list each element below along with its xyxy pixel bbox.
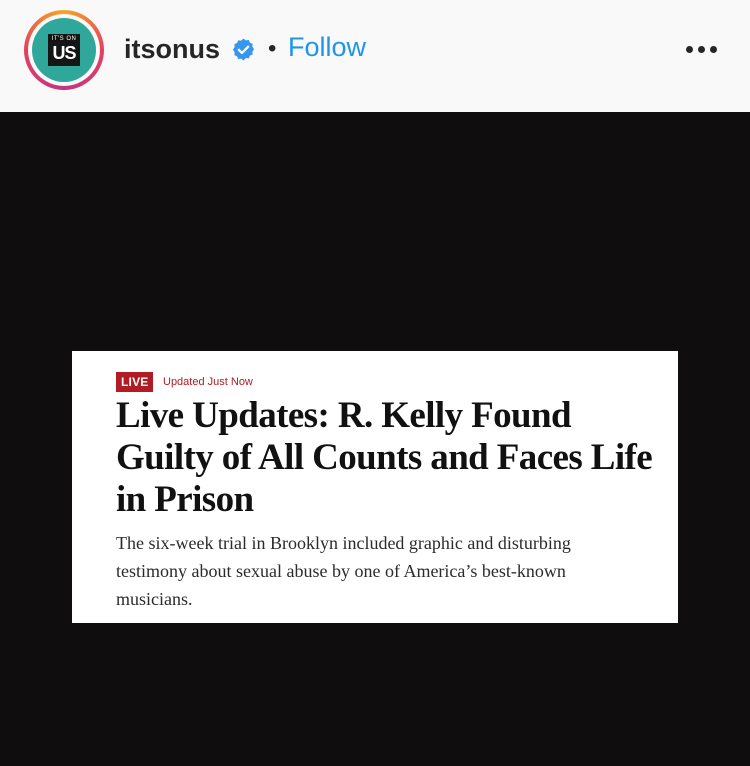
its-on-us-logo: IT'S ON US bbox=[48, 34, 80, 66]
article-card: LIVE Updated Just Now Live Updates: R. K… bbox=[72, 351, 678, 623]
more-dot bbox=[698, 46, 705, 53]
article-summary: The six-week trial in Brooklyn included … bbox=[116, 533, 571, 609]
more-dot bbox=[686, 46, 693, 53]
verified-badge-icon bbox=[232, 38, 255, 61]
logo-big-text: US bbox=[52, 43, 76, 63]
live-badge: LIVE bbox=[116, 372, 154, 392]
article-headline: Live Updates: R. Kelly Found Guilty of A… bbox=[116, 395, 653, 520]
avatar-image: IT'S ON US bbox=[32, 18, 96, 82]
username-link[interactable]: itsonus bbox=[124, 32, 220, 66]
updated-timestamp: Updated Just Now bbox=[163, 376, 253, 388]
separator-dot: • bbox=[268, 35, 277, 62]
avatar-ring-gap: IT'S ON US bbox=[28, 14, 100, 86]
follow-button[interactable]: Follow bbox=[288, 30, 366, 64]
profile-avatar[interactable]: IT'S ON US bbox=[24, 10, 104, 90]
more-options-icon[interactable] bbox=[682, 38, 720, 62]
more-dot bbox=[710, 46, 717, 53]
post-header: IT'S ON US itsonus • Follow bbox=[0, 0, 750, 112]
logo-small-text: IT'S ON bbox=[51, 36, 77, 42]
